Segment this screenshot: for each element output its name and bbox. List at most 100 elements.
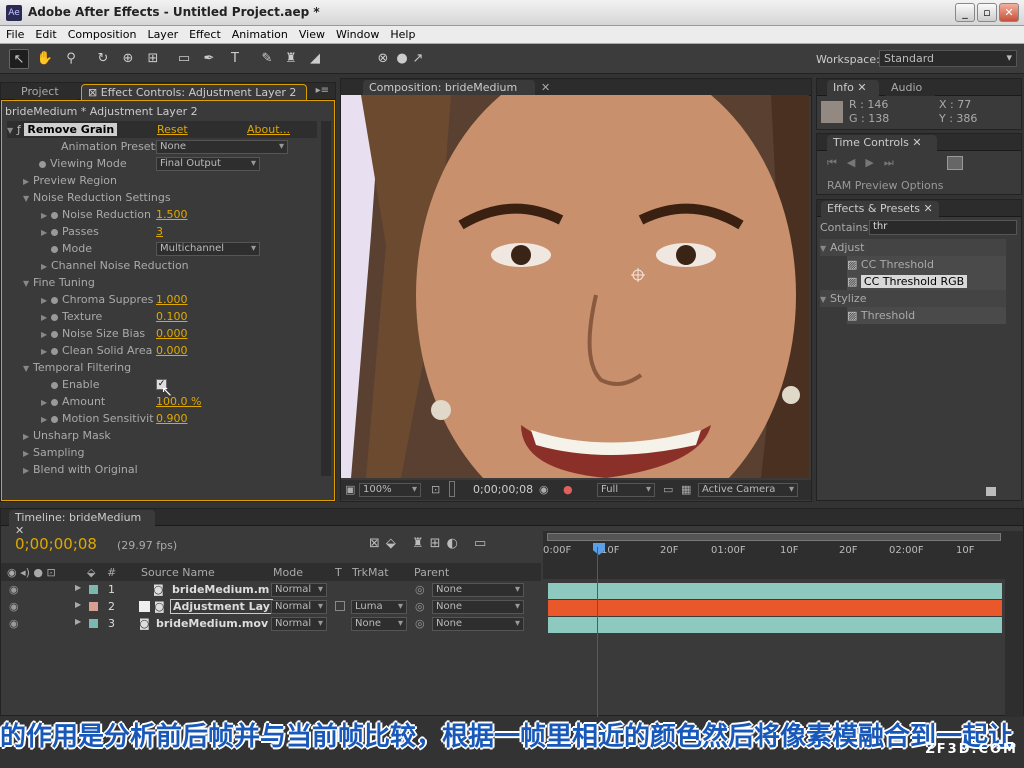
stopwatch-icon[interactable] <box>51 330 58 338</box>
noise-reduction-settings-group[interactable]: ▼ Noise Reduction Settings <box>23 189 171 206</box>
noise-reduction-value[interactable]: 1.500 <box>156 206 188 223</box>
show-channel-icon[interactable]: ● <box>563 483 573 496</box>
time-ruler[interactable]: 0:00F 10F 20F 01:00F 10F 20F 02:00F 10F <box>543 531 1005 579</box>
passes-value[interactable]: 3 <box>156 223 163 240</box>
expand-triangle-icon[interactable]: ▶ <box>41 207 51 224</box>
menu-layer[interactable]: Layer <box>141 26 183 41</box>
pen-tool-icon[interactable]: ✒ <box>199 49 219 69</box>
tab-effects-presets[interactable]: Effects & Presets ✕ <box>821 201 939 217</box>
work-area-bar[interactable] <box>547 533 1001 541</box>
expand-triangle-icon[interactable]: ▶ <box>75 617 81 626</box>
layer-duration-bar[interactable] <box>548 600 1002 616</box>
snapshot-icon[interactable]: ◉ <box>539 483 549 496</box>
text-tool-icon[interactable]: T <box>225 49 245 69</box>
mode-select[interactable]: Multichannel <box>156 242 260 256</box>
amount-value[interactable]: 100.0 % <box>156 393 201 410</box>
stopwatch-icon[interactable] <box>51 228 58 236</box>
close-icon[interactable]: ✕ <box>541 81 550 94</box>
timeline-switches-icons[interactable]: ⊠⬙ ♜⊞◐ ▭ <box>369 536 492 551</box>
label-color-swatch[interactable] <box>89 619 98 628</box>
workspace-select[interactable]: Standard ▾ <box>879 50 1017 67</box>
col-trkmat[interactable]: TrkMat <box>352 566 389 579</box>
channel-noise-group[interactable]: ▶ Channel Noise Reduction <box>41 257 189 274</box>
presets-select[interactable]: None <box>156 140 288 154</box>
menu-file[interactable]: File <box>0 26 29 41</box>
playback-buttons[interactable]: ⏮◀▶⏭ <box>827 156 904 170</box>
orbit-camera-icon[interactable]: ⊕ <box>118 49 138 69</box>
table-row[interactable]: ◉ ▶ 3 ◙ brideMedium.mov Normal None ◎ No… <box>1 615 541 632</box>
stopwatch-icon[interactable] <box>51 381 58 389</box>
table-row[interactable]: ◉ ▶ 1 ◙ brideMedium.m Normal ◎ None <box>1 581 541 598</box>
sampling-group[interactable]: ▶ Sampling <box>23 444 85 461</box>
safe-zones-icon[interactable]: ⊡ <box>431 483 440 496</box>
label-color-swatch[interactable] <box>89 585 98 594</box>
expand-triangle-icon[interactable]: ▼ <box>7 122 17 139</box>
view-axis-icon[interactable]: ↗ <box>408 49 428 69</box>
stopwatch-icon[interactable] <box>39 160 46 168</box>
tab-info[interactable]: Info ✕ <box>827 80 879 96</box>
rotate-tool-icon[interactable]: ↻ <box>93 49 113 69</box>
layer-parent-select[interactable]: None <box>432 583 524 597</box>
stopwatch-icon[interactable] <box>51 313 58 321</box>
ram-preview-options[interactable]: RAM Preview Options <box>827 178 943 194</box>
axis-mode-icon[interactable]: ⊗ <box>373 49 393 69</box>
label-color-swatch[interactable] <box>89 602 98 611</box>
noise-size-value[interactable]: 0.000 <box>156 325 188 342</box>
expand-triangle-icon[interactable]: ▶ <box>41 326 51 343</box>
stopwatch-icon[interactable] <box>51 296 58 304</box>
layer-parent-select[interactable]: None <box>432 600 524 614</box>
clean-solid-value[interactable]: 0.000 <box>156 342 188 359</box>
menu-edit[interactable]: Edit <box>29 26 61 41</box>
expand-triangle-icon[interactable]: ▶ <box>75 583 81 592</box>
rectangle-mask-icon[interactable]: ▭ <box>174 49 194 69</box>
pan-behind-icon[interactable]: ⊞ <box>143 49 163 69</box>
timeline-current-time[interactable]: 0;00;00;08 <box>15 535 97 553</box>
eye-icon[interactable]: ◉ <box>9 600 19 613</box>
layer-mode-select[interactable]: Normal <box>271 617 327 631</box>
layer-name[interactable]: brideMedium.m <box>172 583 269 596</box>
menu-view[interactable]: View <box>293 26 330 41</box>
col-mode[interactable]: Mode <box>273 566 303 579</box>
effect-item-threshold[interactable]: ▨ Threshold <box>847 307 1006 324</box>
panel-menu-icon[interactable]: ▸≡ <box>316 85 329 96</box>
expand-triangle-icon[interactable]: ▶ <box>41 343 51 360</box>
menu-effect[interactable]: Effect <box>183 26 226 41</box>
pick-whip-icon[interactable]: ◎ <box>415 617 425 630</box>
expand-triangle-icon[interactable]: ▶ <box>41 394 51 411</box>
effect-item-cc-threshold[interactable]: ▨ CC Threshold <box>847 256 1006 273</box>
layer-trkmat-select[interactable]: Luma <box>351 600 407 614</box>
tab-effect-controls[interactable]: ⊠ Effect Controls: Adjustment Layer 2 <box>81 84 307 100</box>
unsharp-mask-group[interactable]: ▶ Unsharp Mask <box>23 427 111 444</box>
composition-viewer[interactable] <box>341 95 809 478</box>
layer-mode-select[interactable]: Normal <box>271 583 327 597</box>
brush-tool-icon[interactable]: ✎ <box>257 49 277 69</box>
motion-value[interactable]: 0.900 <box>156 410 188 427</box>
layer-name[interactable]: Adjustment Lay <box>170 599 273 614</box>
chroma-value[interactable]: 1.000 <box>156 291 188 308</box>
menu-help[interactable]: Help <box>384 26 420 41</box>
close-button[interactable]: ✕ <box>999 3 1019 22</box>
layer-trkmat-select[interactable]: None <box>351 617 407 631</box>
viewing-mode-select[interactable]: Final Output <box>156 157 260 171</box>
fine-tuning-group[interactable]: ▼ Fine Tuning <box>23 274 95 291</box>
selection-tool-icon[interactable]: ↖ <box>9 49 29 69</box>
region-of-interest-icon[interactable]: ▭ <box>663 483 673 496</box>
eraser-tool-icon[interactable]: ◢ <box>305 49 325 69</box>
stopwatch-icon[interactable] <box>51 398 58 406</box>
effect-name[interactable]: Remove Grain <box>24 123 118 136</box>
layer-parent-select[interactable]: None <box>432 617 524 631</box>
blend-group[interactable]: ▶ Blend with Original <box>23 461 138 478</box>
ram-preview-button[interactable] <box>947 156 963 170</box>
stopwatch-icon[interactable] <box>51 245 58 253</box>
eye-icon[interactable]: ◉ <box>9 617 19 630</box>
resolution-select[interactable]: Full <box>597 483 655 497</box>
effect-item-cc-threshold-rgb[interactable]: ▨ CC Threshold RGB <box>847 273 1006 290</box>
table-row[interactable]: ◉ ▶ 2 ◙ Adjustment Lay Normal Luma ◎ Non… <box>1 598 541 615</box>
effect-controls-scrollbar[interactable] <box>321 121 331 476</box>
new-folder-icon[interactable] <box>986 487 996 496</box>
stopwatch-icon[interactable] <box>51 415 58 423</box>
clone-stamp-icon[interactable]: ♜ <box>281 49 301 69</box>
expand-triangle-icon[interactable]: ▶ <box>41 292 51 309</box>
stopwatch-icon[interactable] <box>51 347 58 355</box>
tab-time-controls[interactable]: Time Controls ✕ <box>827 135 937 151</box>
